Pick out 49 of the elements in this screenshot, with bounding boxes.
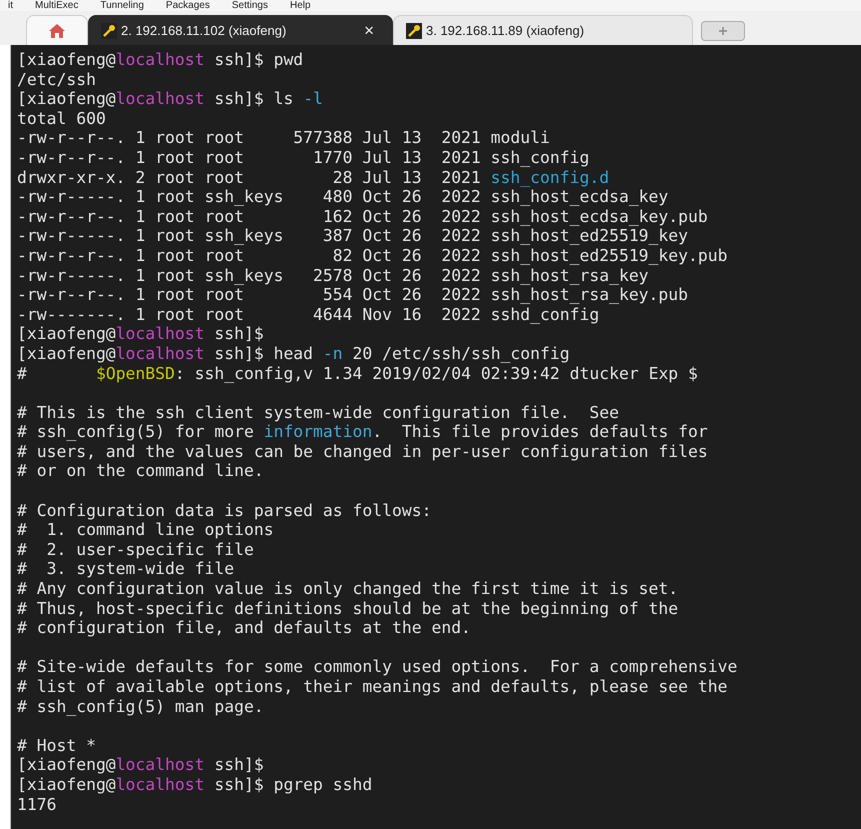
- menu-item[interactable]: Settings: [232, 0, 268, 11]
- terminal-line: # Configuration data is parsed as follows:: [17, 500, 432, 520]
- terminal-line: [xiaofeng@localhost ssh]$: [17, 755, 265, 775]
- terminal-line: -rw-r-----. 1 root ssh_keys 480 Oct 26 2022 ssh_host_ecdsa_key: [17, 187, 670, 207]
- terminal-line: [xiaofeng@localhost ssh]$ ls -l: [17, 89, 324, 109]
- terminal-line: # ssh_config(5) for more information. This file provides defaults for: [17, 422, 709, 442]
- session-tab[interactable]: 2. 192.168.11.102 (xiaofeng) ×: [88, 15, 393, 45]
- terminal-line: 1176: [17, 794, 58, 814]
- terminal-line: # list of available options, their meanings and defaults, please see the: [17, 677, 728, 697]
- terminal-line: /etc/ssh: [17, 70, 97, 90]
- terminal-line: [xiaofeng@localhost ssh]$ pwd: [17, 50, 304, 70]
- terminal-line: drwxr-xr-x. 2 root root 28 Jul 13 2021 ssh_config.d: [17, 168, 610, 188]
- terminal-line: # $OpenBSD: ssh_config,v 1.34 2019/02/04 02:39:42 dtucker Exp $: [17, 364, 699, 384]
- terminal-line: -rw-------. 1 root root 4644 Nov 16 2022 sshd_config: [17, 304, 600, 324]
- terminal-line: # configuration file, and defaults at the end.: [17, 618, 472, 638]
- terminal-line: -rw-r--r--. 1 root root 577388 Jul 13 2021 moduli: [17, 128, 551, 148]
- terminal-line: [xiaofeng@localhost ssh]$ head -n 20 /etc/ssh/ssh_config: [17, 344, 571, 364]
- terminal-line: # Site-wide defaults for some commonly used options. For a comprehensive: [17, 657, 738, 677]
- home-icon: [48, 22, 66, 38]
- terminal-line: -rw-r--r--. 1 root root 1770 Jul 13 2021 ssh_config: [17, 148, 590, 168]
- plus-icon: [718, 26, 728, 36]
- terminal-line: [xiaofeng@localhost ssh]$ pgrep sshd: [17, 774, 374, 795]
- menu-item[interactable]: Tunneling: [100, 0, 144, 11]
- terminal-line: [xiaofeng@localhost ssh]$: [17, 324, 265, 344]
- terminal-line: # Thus, host-specific definitions should be at the beginning of the: [17, 598, 680, 618]
- session-tab[interactable]: 3. 192.168.11.89 (xiaofeng): [393, 15, 693, 45]
- terminal-line: -rw-r-----. 1 root ssh_keys 2578 Oct 26 2022 ssh_host_rsa_key: [17, 266, 650, 286]
- terminal-line: -rw-r--r--. 1 root root 162 Oct 26 2022 ssh_host_ecdsa_key.pub: [17, 206, 709, 226]
- terminal-line: # or on the command line.: [17, 461, 265, 482]
- key-icon: [101, 22, 117, 38]
- terminal-line: # Host *: [17, 736, 97, 756]
- terminal-line: total 600: [17, 108, 107, 128]
- menu-item[interactable]: it: [8, 0, 13, 11]
- terminal-line: # 2. user-specific file: [17, 540, 255, 560]
- terminal-line: # ssh_config(5) man page.: [17, 696, 265, 716]
- terminal-line: -rw-r--r--. 1 root root 82 Oct 26 2022 ssh_host_ed25519_key.pub: [17, 246, 728, 266]
- menu-item[interactable]: MultiExec: [35, 0, 78, 11]
- terminal-line: # users, and the values can be changed in per-user configuration files: [17, 442, 709, 462]
- home-tab[interactable]: [26, 15, 88, 45]
- terminal-line: # 3. system-wide file: [17, 559, 236, 580]
- terminal-line: # This is the ssh client system-wide configuration file. See: [17, 402, 620, 422]
- close-icon[interactable]: ×: [360, 20, 378, 40]
- terminal-line: -rw-r-----. 1 root ssh_keys 387 Oct 26 2022 ssh_host_ed25519_key: [17, 226, 690, 246]
- terminal-line: -rw-r--r--. 1 root root 554 Oct 26 2022 ssh_host_rsa_key.pub: [17, 285, 690, 305]
- menu-item[interactable]: Packages: [166, 0, 210, 11]
- terminal-line: # Any configuration value is only changed the first time it is set.: [17, 579, 680, 599]
- terminal-line: # 1. command line options: [17, 520, 275, 540]
- key-icon: [406, 22, 422, 38]
- menu-item[interactable]: Help: [290, 0, 311, 11]
